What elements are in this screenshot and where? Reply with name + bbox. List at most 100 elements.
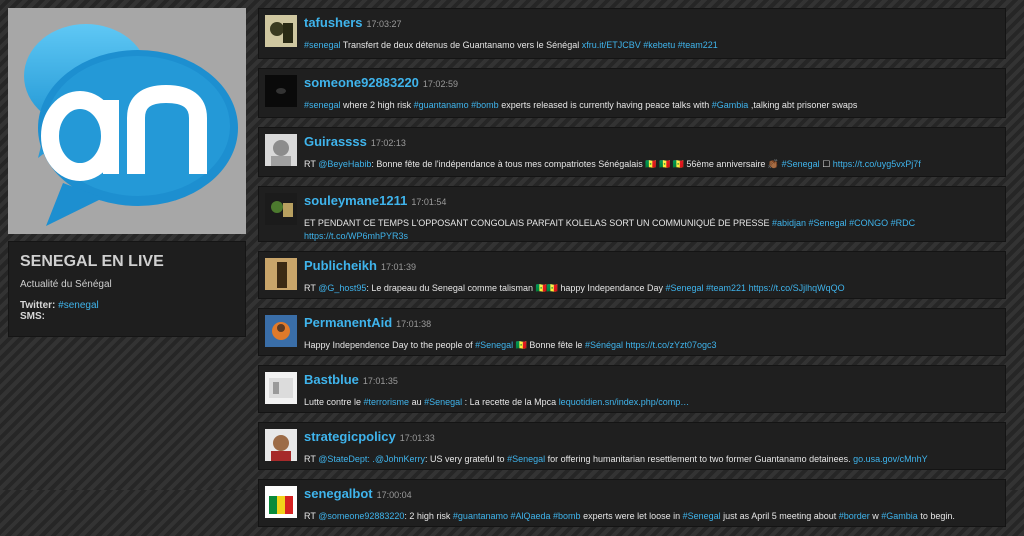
tweet-text-segment: Happy Independence Day to the people of <box>304 340 476 350</box>
tweet-username[interactable]: souleymane1211 <box>304 193 407 208</box>
tweet-text-segment: RT <box>304 511 319 521</box>
tweet-link[interactable]: go.usa.gov/cMnhY <box>853 454 928 464</box>
tweet-time: 17:01:38 <box>396 319 432 329</box>
tweet-card: Publicheikh 17:01:39 RT @G_host95: Le dra… <box>258 251 1006 299</box>
twitter-row: Twitter: #senegal <box>20 300 234 311</box>
tweet-link[interactable]: #border <box>839 511 870 521</box>
tweet-username[interactable]: PermanentAid <box>304 315 392 330</box>
tweet-text: Lutte contre le #terrorisme au #Senegal … <box>304 396 997 409</box>
twitter-hashtag-link[interactable]: #senegal <box>58 300 99 311</box>
tweet-link[interactable]: https://t.co/zYzt07ogc3 <box>626 340 717 350</box>
tweet-link[interactable]: https://t.co/WP6mhPYR3s <box>304 231 408 241</box>
tweet-link[interactable]: #bomb <box>553 511 581 521</box>
site-logo[interactable] <box>8 8 246 234</box>
tweet-text-segment: : La recette de la Mpca <box>462 397 559 407</box>
tweet-username[interactable]: someone92883220 <box>304 75 419 90</box>
tweet-username[interactable]: senegalbot <box>304 486 373 501</box>
tweet-time: 17:01:33 <box>399 433 435 443</box>
avatar[interactable] <box>265 429 297 461</box>
tweet-link[interactable]: #guantanamo <box>414 100 469 110</box>
tweet-link[interactable]: #Sénégal <box>585 340 623 350</box>
tweet-link[interactable]: lequotidien.sn/index.php/comp… <box>559 397 690 407</box>
avatar[interactable] <box>265 134 297 166</box>
tweet-link[interactable]: @someone92883220 <box>318 511 404 521</box>
tweet-link[interactable]: #Gambia <box>881 511 918 521</box>
profile-title: SENEGAL EN LIVE <box>20 253 164 270</box>
tweet-text-segment: experts released is currently having pea… <box>498 100 712 110</box>
tweet-link[interactable]: #Senegal <box>683 511 721 521</box>
tweet-link[interactable]: #Senegal <box>782 159 820 169</box>
tweet-text: RT @someone92883220: 2 high risk #guanta… <box>304 510 997 523</box>
tweet-link[interactable]: https://t.co/uyg5vxPj7f <box>833 159 921 169</box>
tweet-text-segment: : US very grateful to <box>425 454 508 464</box>
tweet-link[interactable]: xfru.it/ETJCBV <box>582 40 641 50</box>
tweet-text-segment: RT <box>304 283 319 293</box>
tweet-link[interactable]: #team221 <box>706 283 746 293</box>
tweet-username[interactable]: Publicheikh <box>304 258 377 273</box>
avatar[interactable] <box>265 372 297 404</box>
tweet-time: 17:03:27 <box>366 19 402 29</box>
tweet-link[interactable]: #Senegal <box>507 454 545 464</box>
tweet-text-segment: ,talking abt prisoner swaps <box>748 100 858 110</box>
tweet-time: 17:01:54 <box>411 197 447 207</box>
tweet-link[interactable]: #senegal <box>304 40 341 50</box>
tweet-text: Happy Independence Day to the people of … <box>304 339 997 352</box>
tweet-link[interactable]: #terrorisme <box>364 397 410 407</box>
avatar[interactable] <box>265 315 297 347</box>
tweet-text-segment: ☐ <box>819 159 833 169</box>
tweet-text-segment: 🇸🇳 Bonne fête le <box>513 340 585 350</box>
tweet-card: tafushers 17:03:27 #senegal Transfert de … <box>258 8 1006 59</box>
tweet-username[interactable]: strategicpolicy <box>304 429 396 444</box>
tweet-text: #senegal Transfert de deux détenus de Gu… <box>304 39 997 52</box>
sms-row: SMS: <box>20 311 45 322</box>
tweet-link[interactable]: : .@JohnKerry <box>367 454 425 464</box>
tweet-text: #senegal where 2 high risk #guantanamo #… <box>304 99 997 112</box>
tweet-text: ET PENDANT CE TEMPS L'OPPOSANT CONGOLAIS… <box>304 217 997 243</box>
tweet-card: souleymane1211 17:01:54 ET PENDANT CE TEM… <box>258 186 1006 242</box>
avatar[interactable] <box>265 193 297 225</box>
tweet-card: PermanentAid 17:01:38 Happy Independence … <box>258 308 1006 356</box>
tweet-link[interactable]: #bomb <box>471 100 499 110</box>
avatar[interactable] <box>265 75 297 107</box>
twitter-label: Twitter: <box>20 300 59 311</box>
avatar[interactable] <box>265 258 297 290</box>
tweet-username[interactable]: Guirassss <box>304 134 367 149</box>
tweet-link[interactable]: #Gambia <box>712 100 749 110</box>
tweet-link[interactable]: #senegal <box>304 100 341 110</box>
tweet-link[interactable]: #RDC <box>891 218 916 228</box>
tweet-link[interactable]: #CONGO <box>849 218 888 228</box>
tweet-link[interactable]: #team221 <box>678 40 718 50</box>
avatar[interactable] <box>265 15 297 47</box>
tweet-link[interactable]: https://t.co/SJjlhqWqQO <box>749 283 845 293</box>
tweet-text-segment: RT <box>304 454 319 464</box>
tweet-text-segment: to begin. <box>917 511 955 521</box>
tweet-text-segment: Transfert de deux détenus de Guantanamo … <box>340 40 582 50</box>
tweet-time: 17:01:39 <box>380 262 417 272</box>
avatar[interactable] <box>265 486 297 518</box>
tweet-link[interactable]: #Senegal <box>424 397 462 407</box>
profile-subtitle: Actualité du Sénégal <box>20 279 112 290</box>
tweet-text-segment: Lutte contre le <box>304 397 364 407</box>
tweet-link[interactable]: #Senegal <box>475 340 513 350</box>
tweet-username[interactable]: tafushers <box>304 15 363 30</box>
tweet-link[interactable]: @BeyeHabib <box>318 159 371 169</box>
tweet-text-segment: : Bonne fête de l'indépendance à tous me… <box>371 159 782 169</box>
tweet-text-segment: for offering humanitarian resettlement t… <box>545 454 854 464</box>
tweet-text: RT @StateDept: .@JohnKerry: US very grat… <box>304 453 997 466</box>
tweet-card: senegalbot 17:00:04 RT @someone92883220: … <box>258 479 1006 527</box>
tweet-time: 17:02:13 <box>370 138 406 148</box>
profile-card: SENEGAL EN LIVE Actualité du Sénégal Twi… <box>8 241 246 337</box>
tweet-text-segment: : Le drapeau du Senegal comme talisman 🇸… <box>366 283 666 293</box>
tweet-link[interactable]: #Senegal <box>665 283 703 293</box>
tweet-link[interactable]: @G_host95 <box>318 283 366 293</box>
tweet-link[interactable]: #Senegal <box>809 218 847 228</box>
tweet-username[interactable]: Bastblue <box>304 372 359 387</box>
tweet-link[interactable]: #AlQaeda <box>510 511 550 521</box>
tweet-text-segment: : 2 high risk <box>404 511 453 521</box>
tweet-link[interactable]: #kebetu <box>643 40 675 50</box>
tweet-link[interactable]: #abidjan <box>772 218 806 228</box>
tweet-text-segment: au <box>409 397 425 407</box>
tweet-link[interactable]: @StateDept <box>318 454 367 464</box>
tweet-link[interactable]: #guantanamo <box>453 511 508 521</box>
speech-bubble-logo-icon <box>24 24 238 226</box>
